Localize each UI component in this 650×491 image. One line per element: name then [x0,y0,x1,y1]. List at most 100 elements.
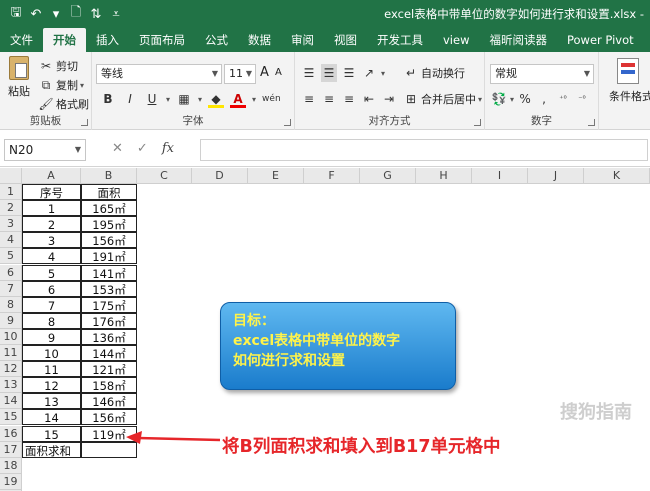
row-header-19[interactable]: 19 [0,473,22,490]
column-header-g[interactable]: G [360,168,416,184]
cell-a3[interactable]: 2 [22,216,81,233]
tab-formulas[interactable]: 公式 [195,28,238,52]
cell-a16[interactable]: 15 [22,425,81,442]
currency-icon[interactable]: 💱 [491,90,507,108]
select-all-corner[interactable] [0,168,22,184]
cell-b12[interactable]: 121㎡ [81,361,137,378]
border-icon[interactable]: ▦ [176,90,192,108]
print-preview-icon[interactable]: 🗋 [66,3,86,25]
tab-insert[interactable]: 插入 [86,28,129,52]
cell-a17[interactable]: 面积求和 [22,441,81,458]
cell-a1[interactable]: 序号 [22,184,81,200]
cell-a6[interactable]: 5 [22,264,81,281]
cell-b13[interactable]: 158㎡ [81,377,137,394]
cell-a15[interactable]: 14 [22,409,81,426]
font-size-select[interactable]: 11 ▼ [224,64,256,84]
row-header-13[interactable]: 13 [0,377,22,394]
orientation-icon[interactable]: ↗ [361,64,377,82]
align-bottom-icon[interactable]: ☰ [341,64,357,82]
align-center-icon[interactable]: ≡ [321,90,337,108]
row-header-10[interactable]: 10 [0,328,22,345]
wrap-text-button[interactable]: ↵ 自动换行 [403,64,465,82]
cell-b3[interactable]: 195㎡ [81,216,137,233]
tab-power-pivot[interactable]: Power Pivot [557,28,644,52]
tab-foxit[interactable]: 福昕阅读器 [479,28,557,52]
cell-b15[interactable]: 156㎡ [81,409,137,426]
cancel-icon[interactable]: ✕ [112,141,123,156]
tab-developer[interactable]: 开发工具 [367,28,433,52]
column-header-k[interactable]: K [584,168,650,184]
font-launcher[interactable] [284,119,291,126]
tab-page-layout[interactable]: 页面布局 [129,28,195,52]
row-header-15[interactable]: 15 [0,409,22,426]
align-right-icon[interactable]: ≡ [341,90,357,108]
cell-a5[interactable]: 4 [22,248,81,265]
chevron-down-icon[interactable]: ▾ [510,95,514,104]
column-header-j[interactable]: J [528,168,584,184]
cell-a14[interactable]: 13 [22,393,81,410]
cell-b9[interactable]: 176㎡ [81,312,137,329]
save-icon[interactable]: 🖫 [6,3,26,25]
column-header-d[interactable]: D [192,168,248,184]
cell-a12[interactable]: 11 [22,361,81,378]
cell-a11[interactable]: 10 [22,345,81,361]
tab-home[interactable]: 开始 [43,28,86,52]
underline-button[interactable]: U [144,90,160,108]
percent-button[interactable]: % [517,90,533,108]
comma-button[interactable]: , [536,90,552,108]
cell-a8[interactable]: 7 [22,296,81,313]
row-header-16[interactable]: 16 [0,425,22,442]
chevron-down-icon[interactable]: ▾ [166,95,170,104]
cell-a2[interactable]: 1 [22,200,81,217]
cell-b5[interactable]: 191㎡ [81,248,137,265]
cell-b6[interactable]: 141㎡ [81,264,137,281]
clipboard-launcher[interactable] [81,119,88,126]
align-middle-icon[interactable]: ☰ [321,64,337,82]
shrink-font-button[interactable]: A [275,67,282,78]
number-format-select[interactable]: 常规 ▼ [490,64,594,84]
sort-icon[interactable]: ⇅ [86,7,106,22]
more-icon[interactable]: ⩡ [106,7,126,22]
cell-b11[interactable]: 144㎡ [81,345,137,361]
insert-function-icon[interactable]: fx [162,141,174,156]
row-header-3[interactable]: 3 [0,216,22,233]
row-header-9[interactable]: 9 [0,312,22,329]
align-left-icon[interactable]: ≡ [301,90,317,108]
format-painter-button[interactable]: 🖌 格式刷 [38,95,89,113]
chevron-down-icon[interactable]: ▾ [252,95,256,104]
column-header-a[interactable]: A [22,168,81,184]
row-header-12[interactable]: 12 [0,361,22,378]
align-top-icon[interactable]: ☰ [301,64,317,82]
tab-review[interactable]: 审阅 [281,28,324,52]
tab-view-en[interactable]: view [433,28,479,52]
alignment-launcher[interactable] [474,119,481,126]
cell-b10[interactable]: 136㎡ [81,328,137,345]
redo-icon[interactable]: ▾ [46,7,66,22]
row-header-8[interactable]: 8 [0,296,22,313]
name-box[interactable]: N20 ▼ [4,139,86,161]
row-header-5[interactable]: 5 [0,248,22,265]
formula-input[interactable] [200,139,648,161]
column-header-b[interactable]: B [81,168,137,184]
row-header-17[interactable]: 17 [0,441,22,458]
column-header-f[interactable]: F [304,168,360,184]
cell-b14[interactable]: 146㎡ [81,393,137,410]
conditional-formatting-button[interactable]: 条件格式 [609,58,650,104]
column-header-i[interactable]: I [472,168,528,184]
row-header-11[interactable]: 11 [0,345,22,361]
cell-a7[interactable]: 6 [22,280,81,297]
cell-b2[interactable]: 165㎡ [81,200,137,217]
row-header-18[interactable]: 18 [0,457,22,474]
tab-data[interactable]: 数据 [238,28,281,52]
tab-file[interactable]: 文件 [0,28,43,52]
cut-button[interactable]: ✂ 剪切 [38,57,78,75]
tab-view[interactable]: 视图 [324,28,367,52]
chevron-down-icon[interactable]: ▾ [381,69,385,78]
row-header-7[interactable]: 7 [0,280,22,297]
tab-tell-me[interactable]: ♀ 告 [644,28,650,52]
column-header-c[interactable]: C [137,168,192,184]
undo-icon[interactable]: ↶ [26,7,46,22]
font-color-icon[interactable]: A [230,90,247,108]
column-header-e[interactable]: E [248,168,304,184]
cell-b7[interactable]: 153㎡ [81,280,137,297]
